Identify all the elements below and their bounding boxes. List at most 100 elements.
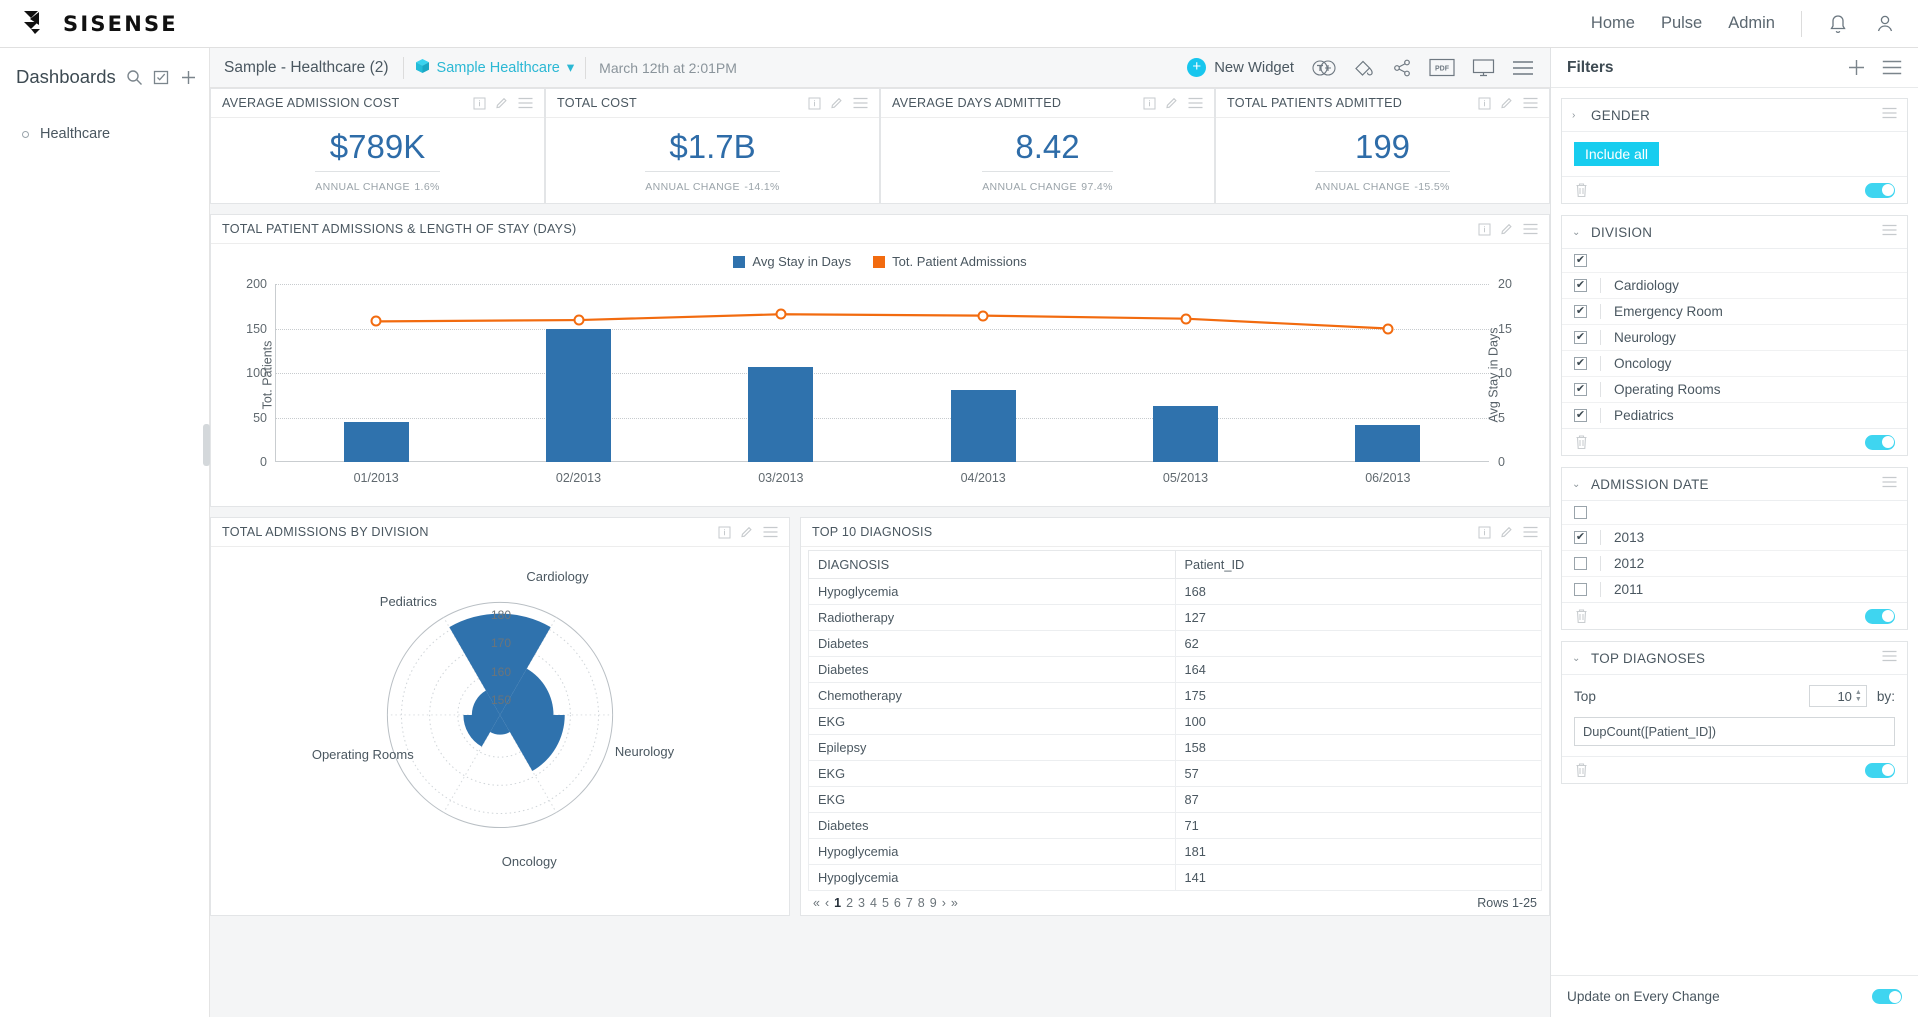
pager-page-2[interactable]: 2 [846, 896, 853, 910]
table-row[interactable]: Diabetes 164 [808, 656, 1542, 683]
widget-menu-icon[interactable] [1188, 97, 1203, 109]
pager-page-3[interactable]: 3 [858, 896, 865, 910]
filter-item-checkbox[interactable] [1574, 357, 1587, 370]
pager-page-4[interactable]: 4 [870, 896, 877, 910]
delete-filter-icon[interactable] [1574, 434, 1589, 450]
select-all-checkbox[interactable] [1574, 506, 1587, 519]
legend-item-total-admissions[interactable]: Tot. Patient Admissions [873, 254, 1027, 269]
chevron-icon[interactable]: › [1572, 110, 1582, 121]
pager-last[interactable]: » [951, 896, 958, 910]
table-row[interactable]: Hypoglycemia 168 [808, 578, 1542, 605]
top-n-input[interactable]: 10 ▲ ▼ [1808, 685, 1867, 707]
widget-menu-icon[interactable] [763, 526, 778, 538]
filter-item-row[interactable]: Emergency Room [1562, 299, 1907, 325]
pager-page-1[interactable]: 1 [834, 896, 841, 910]
polar-sector[interactable] [500, 714, 565, 772]
select-all-checkbox[interactable] [1574, 254, 1587, 267]
info-icon[interactable] [1478, 97, 1491, 110]
line-point[interactable] [1382, 323, 1394, 334]
bell-icon[interactable] [1828, 13, 1848, 35]
table-column-header[interactable]: Patient_ID [1174, 550, 1542, 579]
user-avatar-icon[interactable] [1874, 13, 1896, 35]
table-row[interactable]: Hypoglycemia 181 [808, 838, 1542, 865]
filter-item-checkbox[interactable] [1574, 583, 1587, 596]
datasource-selector[interactable]: Sample Healthcare ▾ [404, 58, 586, 78]
filter-item-checkbox[interactable] [1574, 279, 1587, 292]
line-point[interactable] [775, 308, 787, 320]
filter-item-row[interactable]: Pediatrics [1562, 403, 1907, 428]
filter-menu-icon[interactable] [1882, 106, 1897, 124]
filter-enable-toggle[interactable] [1865, 608, 1895, 624]
chevron-icon[interactable]: ⌄ [1572, 653, 1582, 664]
line-point[interactable] [977, 310, 989, 322]
update-on-change-toggle[interactable] [1872, 989, 1902, 1004]
filter-card-header[interactable]: ⌄ ADMISSION DATE [1562, 468, 1907, 501]
add-text-widget-icon[interactable] [1311, 59, 1337, 77]
filter-enable-toggle[interactable] [1865, 434, 1895, 450]
filter-card-header[interactable]: › GENDER [1562, 99, 1907, 132]
info-icon[interactable] [1143, 97, 1156, 110]
sisense-logo[interactable]: SISENSE [22, 10, 178, 38]
pager-prev[interactable]: ‹ [825, 896, 829, 910]
filter-card-header[interactable]: ⌄ DIVISION [1562, 216, 1907, 249]
edit-pencil-icon[interactable] [1500, 96, 1514, 110]
info-icon[interactable] [808, 97, 821, 110]
new-dashboard-icon[interactable] [153, 69, 170, 86]
top-n-formula[interactable]: DupCount([Patient_ID]) [1574, 717, 1895, 746]
plus-icon[interactable] [180, 69, 197, 86]
widget-menu-icon[interactable] [853, 97, 868, 109]
filter-card-header[interactable]: ⌄ TOP DIAGNOSES [1562, 642, 1907, 675]
table-row[interactable]: Radiotherapy 127 [808, 604, 1542, 631]
edit-pencil-icon[interactable] [1500, 222, 1514, 236]
share-icon[interactable] [1392, 58, 1412, 78]
sidebar-resize-handle[interactable] [203, 424, 210, 466]
sidebar-item-healthcare[interactable]: Healthcare [0, 120, 209, 148]
delete-filter-icon[interactable] [1574, 608, 1589, 624]
pdf-icon[interactable]: PDF [1429, 58, 1455, 77]
table-row[interactable]: EKG 57 [808, 760, 1542, 787]
delete-filter-icon[interactable] [1574, 182, 1589, 198]
filter-enable-toggle[interactable] [1865, 762, 1895, 778]
widget-menu-icon[interactable] [1523, 223, 1538, 235]
filter-item-row[interactable]: Operating Rooms [1562, 377, 1907, 403]
pager-page-6[interactable]: 6 [894, 896, 901, 910]
filter-menu-icon[interactable] [1882, 649, 1897, 667]
widget-menu-icon[interactable] [518, 97, 533, 109]
pager-page-5[interactable]: 5 [882, 896, 889, 910]
filter-item-row[interactable]: 2013 [1562, 525, 1907, 551]
filter-item-row[interactable]: Oncology [1562, 351, 1907, 377]
pager-page-8[interactable]: 8 [918, 896, 925, 910]
plus-icon[interactable] [1847, 58, 1866, 77]
filter-item-row[interactable]: 2012 [1562, 551, 1907, 577]
delete-filter-icon[interactable] [1574, 762, 1589, 778]
search-icon[interactable] [126, 69, 143, 86]
palette-icon[interactable] [1354, 58, 1375, 78]
table-column-header[interactable]: DIAGNOSIS [808, 550, 1176, 579]
filter-item-checkbox[interactable] [1574, 409, 1587, 422]
filter-select-all-row[interactable] [1562, 249, 1907, 273]
edit-pencil-icon[interactable] [1165, 96, 1179, 110]
nav-home[interactable]: Home [1591, 14, 1635, 33]
info-icon[interactable] [1478, 223, 1491, 236]
nav-admin[interactable]: Admin [1728, 14, 1775, 33]
widget-menu-icon[interactable] [1523, 526, 1538, 538]
filter-item-checkbox[interactable] [1574, 305, 1587, 318]
legend-item-avg-stay[interactable]: Avg Stay in Days [733, 254, 851, 269]
info-icon[interactable] [718, 526, 731, 539]
pager-page-9[interactable]: 9 [930, 896, 937, 910]
filter-item-row[interactable]: Neurology [1562, 325, 1907, 351]
filter-item-row[interactable]: 2011 [1562, 577, 1907, 602]
new-widget-button[interactable]: + New Widget [1187, 58, 1294, 77]
line-point[interactable] [573, 314, 584, 326]
edit-pencil-icon[interactable] [495, 96, 509, 110]
table-row[interactable]: Diabetes 62 [808, 630, 1542, 657]
edit-pencil-icon[interactable] [1500, 525, 1514, 539]
filter-item-checkbox[interactable] [1574, 383, 1587, 396]
line-point[interactable] [1180, 313, 1191, 325]
table-row[interactable]: EKG 87 [808, 786, 1542, 813]
info-icon[interactable] [1478, 526, 1491, 539]
chevron-icon[interactable]: ⌄ [1572, 479, 1582, 490]
filter-enable-toggle[interactable] [1865, 182, 1895, 198]
pager-page-7[interactable]: 7 [906, 896, 913, 910]
table-row[interactable]: Chemotherapy 175 [808, 682, 1542, 709]
